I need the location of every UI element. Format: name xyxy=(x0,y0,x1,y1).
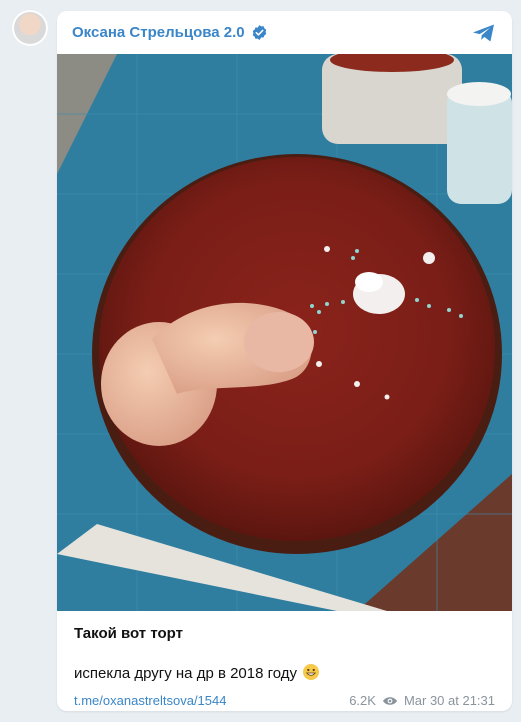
views-count: 6.2K xyxy=(349,693,376,708)
post-header: Оксана Стрельцова 2.0 xyxy=(57,11,512,54)
channel-name[interactable]: Оксана Стрельцова 2.0 xyxy=(72,24,245,41)
post-text-line: испекла другу на др в 2018 году xyxy=(74,664,320,682)
telegram-share-icon[interactable] xyxy=(470,19,498,47)
post-card: Оксана Стрельцова 2.0 Такой вот торт исп… xyxy=(57,11,512,711)
channel-avatar[interactable] xyxy=(12,10,48,46)
cake-photo-image xyxy=(57,54,512,611)
verified-badge-icon xyxy=(252,25,266,40)
post-footer: t.me/oxanastreltsova/1544 6.2K Mar 30 at… xyxy=(74,693,495,708)
post-date: Mar 30 at 21:31 xyxy=(403,693,495,708)
post-title: Такой вот торт xyxy=(74,625,183,642)
post-text: испекла другу на др в 2018 году xyxy=(74,665,298,682)
grinning-face-icon xyxy=(303,664,320,680)
post-meta: 6.2K Mar 30 at 21:31 xyxy=(349,693,495,708)
eye-icon xyxy=(382,696,397,705)
post-photo[interactable] xyxy=(57,54,512,611)
post-link[interactable]: t.me/oxanastreltsova/1544 xyxy=(74,693,226,708)
